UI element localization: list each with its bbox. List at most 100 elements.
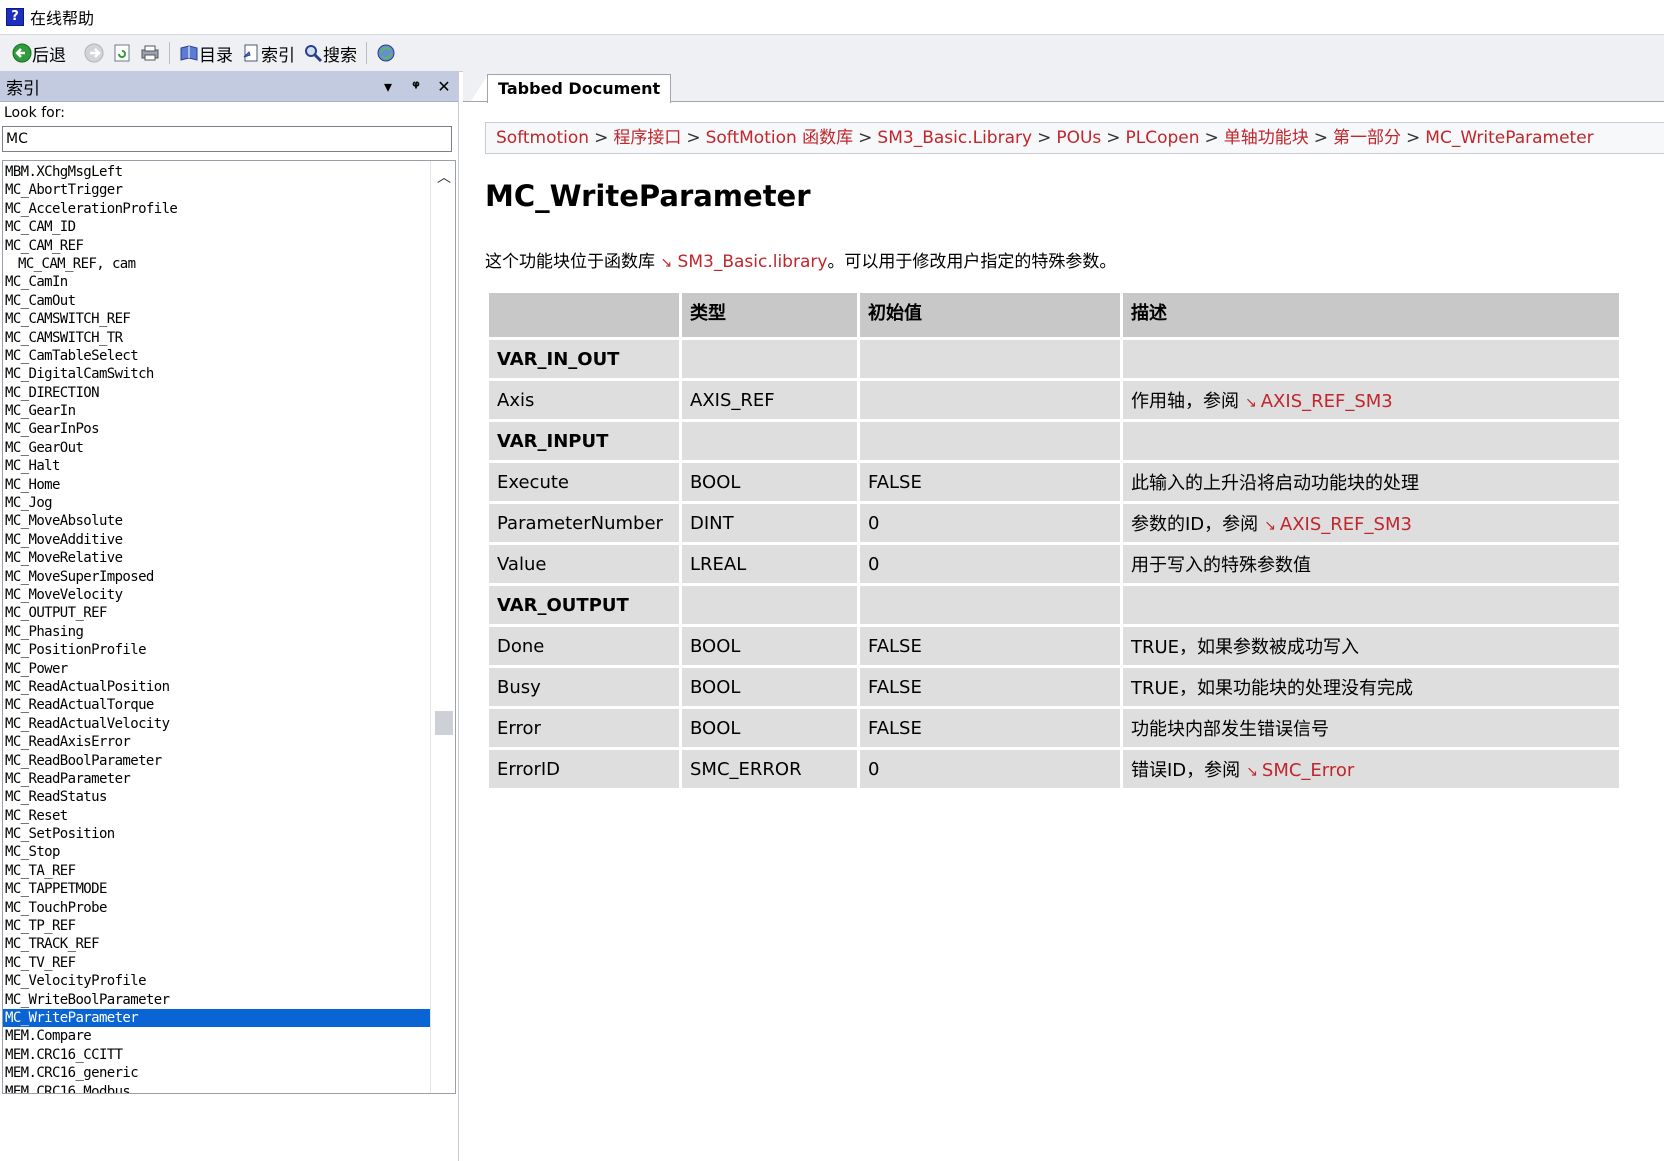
list-item[interactable]: MC_ReadAxisError — [3, 733, 431, 751]
breadcrumb-link[interactable]: 单轴功能块 — [1224, 128, 1309, 148]
list-item[interactable]: MC_TV_REF — [3, 954, 431, 972]
list-item[interactable]: MC_ReadBoolParameter — [3, 752, 431, 770]
breadcrumb-link[interactable]: MC_WriteParameter — [1425, 128, 1593, 148]
list-item[interactable]: MC_TP_REF — [3, 917, 431, 935]
list-item[interactable]: MC_CAMSWITCH_REF — [3, 310, 431, 328]
breadcrumb-link[interactable]: 第一部分 — [1333, 128, 1401, 148]
list-item[interactable]: MC_CamOut — [3, 292, 431, 310]
table-row: Execute BOOL FALSE 此输入的上升沿将启动功能块的处理 — [489, 463, 1619, 501]
list-item[interactable]: MC_GearInPos — [3, 420, 431, 438]
breadcrumb-separator: > — [1204, 128, 1219, 148]
list-item[interactable]: MC_GearOut — [3, 439, 431, 457]
list-item[interactable]: MEM.CRC16_Modbus — [3, 1083, 431, 1093]
param-description-cell: 用于写入的特殊参数值 — [1123, 545, 1619, 583]
print-button[interactable] — [136, 39, 164, 67]
list-item[interactable]: MC_CAM_REF, cam — [3, 255, 431, 273]
list-item[interactable]: MC_TAPPETMODE — [3, 880, 431, 898]
list-item[interactable]: MC_CAM_REF — [3, 237, 431, 255]
list-item[interactable]: MC_Jog — [3, 494, 431, 512]
list-item[interactable]: MC_ReadActualPosition — [3, 678, 431, 696]
breadcrumb-link[interactable]: SM3_Basic.Library — [877, 128, 1032, 148]
header-name — [489, 293, 679, 337]
desc-prefix: 这个功能块位于函数库 — [485, 252, 655, 272]
empty-cell — [860, 340, 1120, 378]
search-button[interactable]: 搜索 — [299, 39, 361, 67]
scroll-up-icon[interactable]: ︿ — [437, 167, 451, 187]
list-item[interactable]: MC_Power — [3, 660, 431, 678]
list-item[interactable]: MC_TA_REF — [3, 862, 431, 880]
list-item[interactable]: MC_GearIn — [3, 402, 431, 420]
close-icon[interactable]: ✕ — [430, 77, 458, 96]
list-item[interactable]: MC_MoveVelocity — [3, 586, 431, 604]
contents-button[interactable]: 目录 — [175, 39, 237, 67]
forward-button[interactable] — [80, 39, 108, 67]
table-row: Busy BOOL FALSE TRUE，如果功能块的处理没有完成 — [489, 668, 1619, 706]
list-item[interactable]: MC_CamIn — [3, 273, 431, 291]
list-item[interactable]: MC_MoveRelative — [3, 549, 431, 567]
description-text: 参数的ID，参阅 — [1131, 514, 1259, 535]
dropdown-arrow-icon[interactable]: ▾ — [374, 77, 402, 96]
breadcrumb-link[interactable]: SoftMotion 函数库 — [706, 128, 854, 148]
list-item[interactable]: MC_AbortTrigger — [3, 181, 431, 199]
refresh-button[interactable] — [108, 39, 136, 67]
sync-button[interactable] — [372, 39, 400, 67]
breadcrumb-link[interactable]: POUs — [1056, 128, 1101, 148]
list-item[interactable]: MC_WriteBoolParameter — [3, 991, 431, 1009]
index-list[interactable]: MBM.XChgMsgLeft MC_AbortTrigger MC_Acceler… — [2, 160, 456, 1094]
list-item[interactable]: MC_ReadStatus — [3, 788, 431, 806]
list-item[interactable]: MC_MoveAbsolute — [3, 512, 431, 530]
list-item[interactable]: MC_CamTableSelect — [3, 347, 431, 365]
list-item[interactable]: MC_MoveAdditive — [3, 531, 431, 549]
list-item[interactable]: MC_ReadParameter — [3, 770, 431, 788]
param-name-cell: Error — [489, 709, 679, 747]
list-item[interactable]: MC_VelocityProfile — [3, 972, 431, 990]
index-search-input[interactable] — [2, 126, 452, 152]
list-item[interactable]: MC_Phasing — [3, 623, 431, 641]
param-initial-cell: FALSE — [860, 463, 1120, 501]
breadcrumb-link[interactable]: Softmotion — [496, 128, 589, 148]
header-initial-value: 初始值 — [860, 293, 1120, 337]
list-item[interactable]: MEM.Compare — [3, 1027, 431, 1045]
param-description-cell: 功能块内部发生错误信号 — [1123, 709, 1619, 747]
list-item[interactable]: MC_CAMSWITCH_TR — [3, 329, 431, 347]
list-item[interactable]: MC_TouchProbe — [3, 899, 431, 917]
list-item[interactable]: MEM.CRC16_CCITT — [3, 1046, 431, 1064]
scrollbar-thumb[interactable] — [435, 711, 453, 735]
list-item[interactable]: MC_Reset — [3, 807, 431, 825]
list-item[interactable]: MC_DIRECTION — [3, 384, 431, 402]
list-item[interactable]: MC_OUTPUT_REF — [3, 604, 431, 622]
param-type-cell: BOOL — [682, 668, 857, 706]
breadcrumb-link[interactable]: 程序接口 — [613, 128, 681, 148]
list-item[interactable]: MC_Home — [3, 476, 431, 494]
list-item[interactable]: MC_WriteParameter — [3, 1008, 431, 1028]
index-list-scrollbar[interactable]: ︿ — [430, 161, 455, 1093]
list-item[interactable]: MC_SetPosition — [3, 825, 431, 843]
pin-icon[interactable]: ᵠ — [402, 77, 430, 96]
param-type-cell: DINT — [682, 504, 857, 542]
description-link[interactable]: SMC_Error — [1262, 760, 1354, 781]
description-link[interactable]: AXIS_REF_SM3 — [1261, 391, 1393, 412]
tab-tabbed-document[interactable]: Tabbed Document — [487, 74, 672, 103]
list-item[interactable]: MC_Stop — [3, 843, 431, 861]
empty-cell — [682, 586, 857, 624]
list-item[interactable]: MBM.XChgMsgLeft — [3, 163, 431, 181]
list-item[interactable]: MC_PositionProfile — [3, 641, 431, 659]
index-button[interactable]: 索引 — [237, 39, 299, 67]
breadcrumb-link[interactable]: PLCopen — [1126, 128, 1200, 148]
list-item[interactable]: MC_ReadActualVelocity — [3, 715, 431, 733]
list-item[interactable]: MC_MoveSuperImposed — [3, 568, 431, 586]
list-item[interactable]: MC_CAM_ID — [3, 218, 431, 236]
description-link[interactable]: AXIS_REF_SM3 — [1280, 514, 1412, 535]
library-link[interactable]: SM3_Basic.library — [678, 252, 828, 272]
breadcrumb-separator: > — [1106, 128, 1121, 148]
list-item[interactable]: MC_DigitalCamSwitch — [3, 365, 431, 383]
link-arrow-icon: ↘ — [1245, 395, 1257, 411]
header-type: 类型 — [682, 293, 857, 337]
list-item[interactable]: MC_TRACK_REF — [3, 935, 431, 953]
list-item[interactable]: MC_Halt — [3, 457, 431, 475]
back-button[interactable]: 后退 — [8, 39, 70, 67]
list-item[interactable]: MC_AccelerationProfile — [3, 200, 431, 218]
list-item[interactable]: MC_ReadActualTorque — [3, 696, 431, 714]
table-row: ErrorID SMC_ERROR 0 错误ID，参阅 ↘ SMC_Error — [489, 750, 1619, 788]
list-item[interactable]: MEM.CRC16_generic — [3, 1064, 431, 1082]
